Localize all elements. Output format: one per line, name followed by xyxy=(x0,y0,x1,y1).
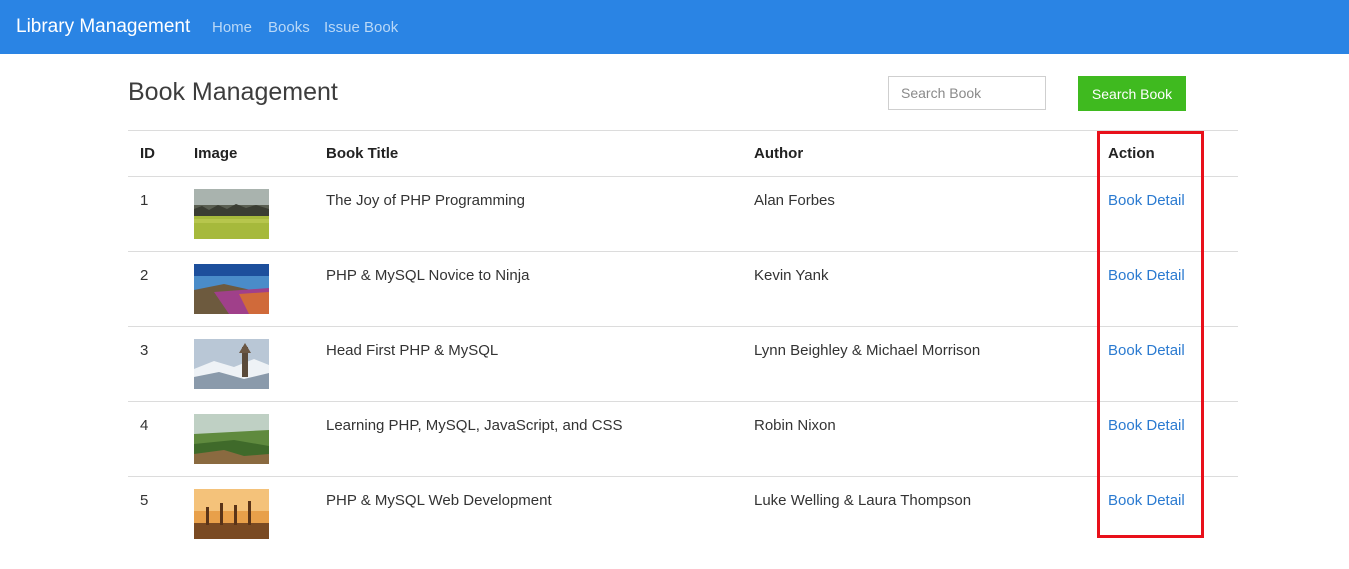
book-image-cell xyxy=(182,327,314,402)
book-thumbnail xyxy=(194,264,269,314)
book-id: 1 xyxy=(140,192,149,209)
book-detail-link[interactable]: Book Detail xyxy=(1108,267,1185,284)
table-row: 4 Learning PHP, MySQL, JavaScript, and C… xyxy=(128,402,1238,477)
book-id: 5 xyxy=(140,492,149,509)
book-detail-link[interactable]: Book Detail xyxy=(1108,342,1185,359)
book-author: Lynn Beighley & Michael Morrison xyxy=(754,342,981,359)
nav-link-books[interactable]: Books xyxy=(268,19,310,36)
book-id: 2 xyxy=(140,267,149,284)
book-action-cell: Book Detail xyxy=(1096,327,1238,402)
table-row: 2 PHP & MySQL Novice to Ninja Kevin Yank… xyxy=(128,252,1238,327)
books-table: ID Image Book Title Author Action 1 The … xyxy=(128,130,1238,552)
page-title: Book Management xyxy=(128,78,338,106)
header-image: Image xyxy=(194,145,238,162)
header-action: Action xyxy=(1108,145,1155,162)
book-detail-link[interactable]: Book Detail xyxy=(1108,192,1185,209)
book-image-cell xyxy=(182,177,314,252)
book-action-cell: Book Detail xyxy=(1096,477,1238,552)
book-image-cell xyxy=(182,402,314,477)
book-thumbnail xyxy=(194,189,269,239)
nav-link-home[interactable]: Home xyxy=(212,19,252,36)
search-input[interactable] xyxy=(888,76,1046,110)
book-detail-link[interactable]: Book Detail xyxy=(1108,492,1185,509)
book-thumbnail xyxy=(194,414,269,464)
table-row: 5 PHP & MySQL Web Development Luke Welli… xyxy=(128,477,1238,552)
book-id: 3 xyxy=(140,342,149,359)
book-thumbnail xyxy=(194,339,269,389)
book-title: Learning PHP, MySQL, JavaScript, and CSS xyxy=(326,417,623,434)
navbar-brand[interactable]: Library Management xyxy=(16,16,190,38)
book-title: PHP & MySQL Novice to Ninja xyxy=(326,267,530,284)
book-author: Luke Welling & Laura Thompson xyxy=(754,492,972,509)
table-row: 3 Head First PHP & MySQL Lynn Beighley &… xyxy=(128,327,1238,402)
search-button[interactable]: Search Book xyxy=(1078,76,1186,111)
books-table-container: ID Image Book Title Author Action 1 The … xyxy=(128,130,1238,552)
navbar: Library Management Home Books Issue Book xyxy=(0,0,1349,54)
table-row: 1 The Joy of PHP Programming Alan Forbes… xyxy=(128,177,1238,252)
book-thumbnail xyxy=(194,489,269,539)
header-book-title: Book Title xyxy=(326,145,399,162)
header-id: ID xyxy=(140,145,155,162)
book-action-cell: Book Detail xyxy=(1096,252,1238,327)
header-author: Author xyxy=(754,145,804,162)
book-title: Head First PHP & MySQL xyxy=(326,342,499,359)
book-author: Kevin Yank xyxy=(754,267,829,284)
book-image-cell xyxy=(182,477,314,552)
book-action-cell: Book Detail xyxy=(1096,177,1238,252)
book-action-cell: Book Detail xyxy=(1096,402,1238,477)
book-image-cell xyxy=(182,252,314,327)
book-detail-link[interactable]: Book Detail xyxy=(1108,417,1185,434)
book-author: Alan Forbes xyxy=(754,192,835,209)
nav-link-issue-book[interactable]: Issue Book xyxy=(324,19,398,36)
table-header-row: ID Image Book Title Author Action xyxy=(128,130,1238,177)
book-title: The Joy of PHP Programming xyxy=(326,192,525,209)
book-title: PHP & MySQL Web Development xyxy=(326,492,552,509)
book-author: Robin Nixon xyxy=(754,417,836,434)
book-id: 4 xyxy=(140,417,149,434)
